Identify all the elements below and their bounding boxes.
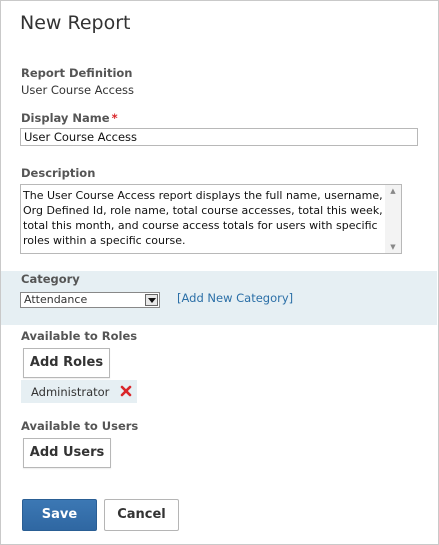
close-icon[interactable]	[119, 384, 133, 398]
display-name-label-text: Display Name	[21, 111, 110, 125]
description-scrollbar[interactable]: ▲ ▼	[385, 185, 401, 253]
role-name: Administrator	[31, 385, 110, 399]
available-to-roles-label: Available to Roles	[21, 329, 138, 343]
add-roles-button[interactable]: Add Roles	[23, 348, 110, 378]
scroll-up-icon[interactable]: ▲	[385, 185, 401, 197]
display-name-label: Display Name *	[21, 111, 118, 125]
scroll-down-icon[interactable]: ▼	[385, 241, 401, 253]
available-to-users-label: Available to Users	[21, 419, 139, 433]
cancel-button[interactable]: Cancel	[104, 499, 179, 531]
required-marker: *	[111, 111, 118, 125]
category-select[interactable]: Attendance	[20, 292, 160, 308]
description-textarea[interactable]: The User Course Access report displays t…	[20, 184, 402, 254]
category-label: Category	[21, 272, 80, 286]
save-button[interactable]: Save	[22, 499, 97, 531]
add-new-category-link[interactable]: [Add New Category]	[177, 291, 293, 305]
report-definition-label: Report Definition	[21, 66, 133, 80]
page-title: New Report	[20, 12, 131, 34]
description-label: Description	[21, 166, 96, 180]
category-selected-value: Attendance	[24, 293, 88, 306]
chevron-down-icon[interactable]	[145, 294, 158, 306]
report-definition-value: User Course Access	[21, 83, 135, 97]
add-users-button[interactable]: Add Users	[23, 438, 111, 468]
display-name-input[interactable]: User Course Access	[20, 128, 418, 146]
role-chip-administrator: Administrator	[21, 380, 137, 403]
